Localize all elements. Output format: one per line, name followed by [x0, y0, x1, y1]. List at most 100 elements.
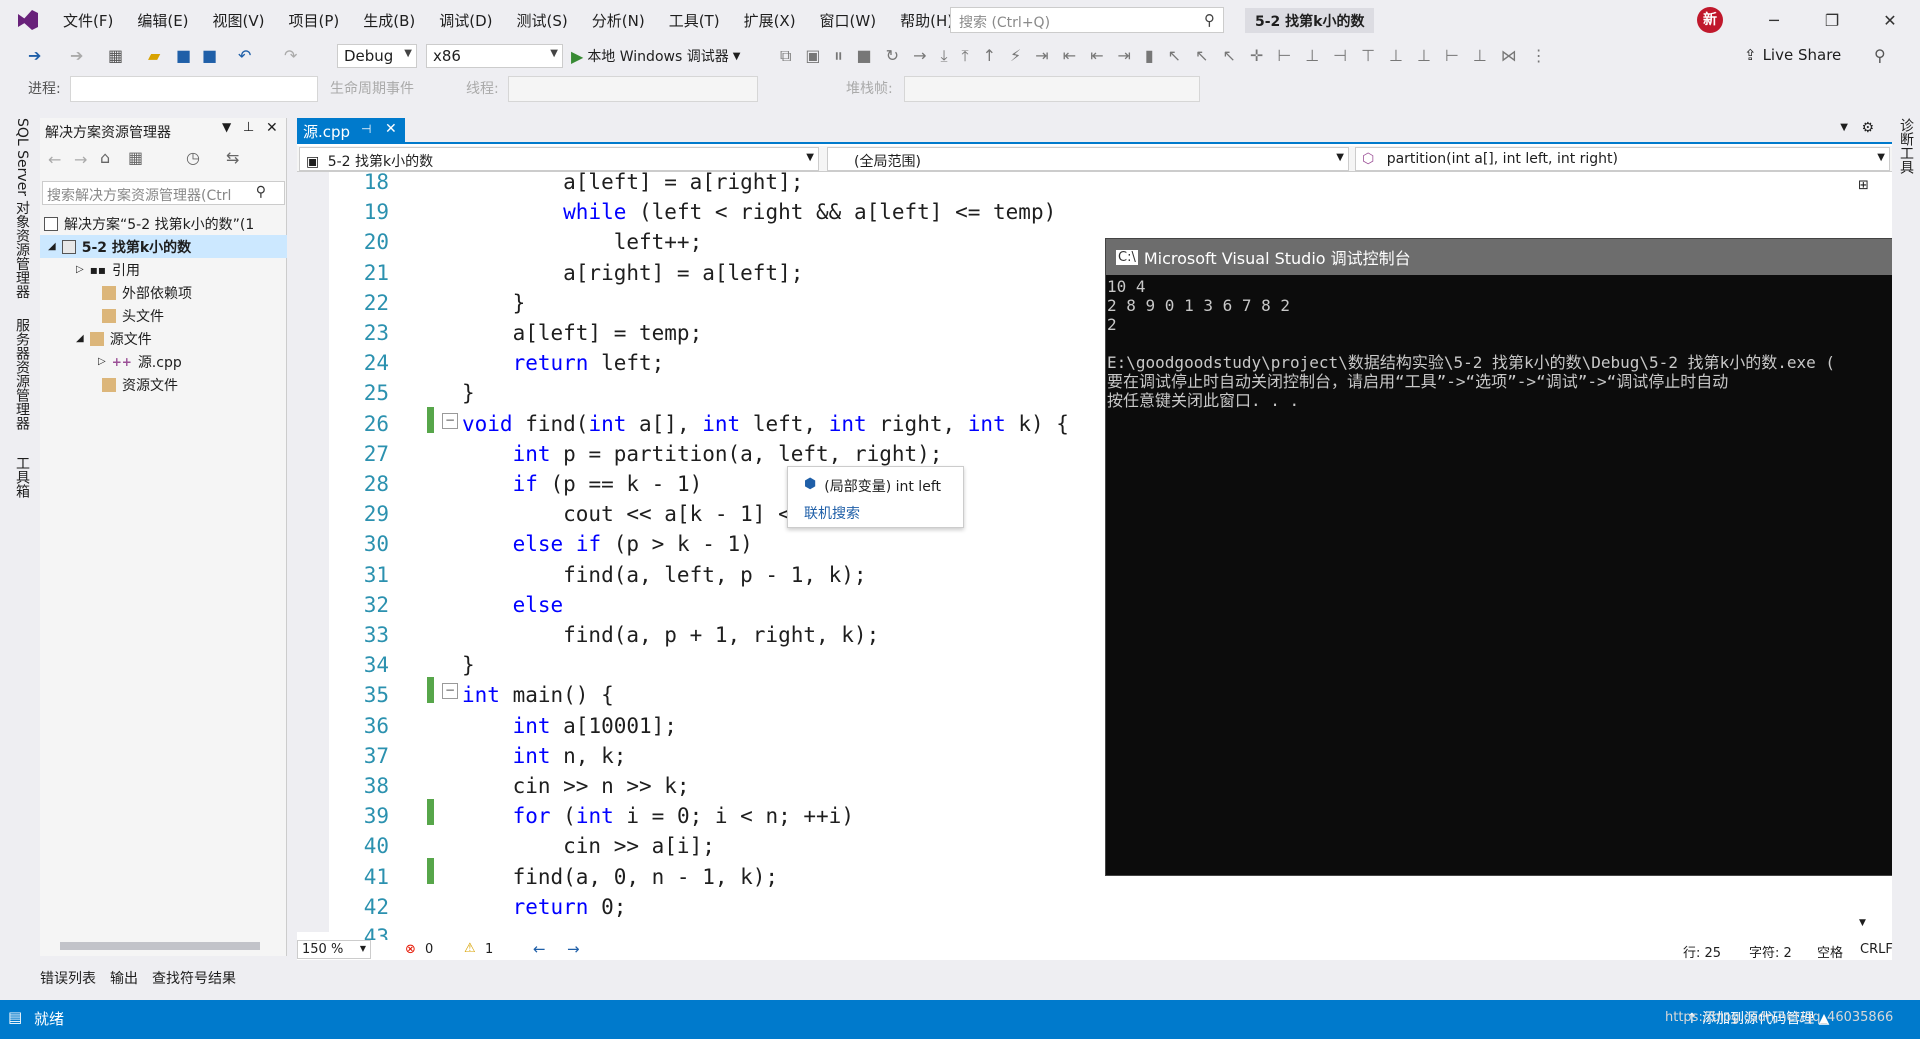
code-line[interactable]: a[right] = a[left]; [462, 258, 803, 288]
menu-extensions[interactable]: 扩展(X) [733, 6, 807, 35]
menu-window[interactable]: 窗口(W) [809, 6, 888, 35]
close-icon[interactable]: ✕ [385, 121, 397, 137]
tree-item-external-deps[interactable]: 外部依赖项 [102, 281, 192, 304]
live-share-button[interactable]: ⇪ Live Share [1744, 46, 1841, 64]
save-icon[interactable]: ■ [176, 46, 191, 65]
redo-icon[interactable]: ↷ [284, 46, 297, 65]
horizontal-scrollbar[interactable] [60, 942, 260, 950]
stack-frame-select[interactable] [904, 76, 1200, 102]
code-line[interactable]: cout << a[k - 1] << [462, 499, 803, 529]
gear-icon[interactable]: ⚙ [1861, 120, 1874, 136]
code-line[interactable]: while (left < right && a[left] <= temp) [462, 197, 1056, 227]
scope-dropdown[interactable]: (全局范围) ▼ [827, 147, 1349, 171]
collapse-icon[interactable]: − [442, 413, 458, 429]
back-icon[interactable]: ← [533, 940, 546, 958]
tree-item-solution[interactable]: 解决方案“5-2 找第k小的数”(1 [44, 212, 287, 235]
pin-icon[interactable]: ⊣ [361, 122, 371, 136]
tree-item-project[interactable]: ◢ 5-2 找第k小的数 [40, 235, 287, 258]
tree-item-resource-files[interactable]: 资源文件 [102, 373, 178, 396]
code-line[interactable]: cin >> a[i]; [462, 831, 715, 861]
code-line[interactable]: int p = partition(a, left, right); [462, 439, 943, 469]
indent-mode[interactable]: 空格 [1817, 942, 1843, 961]
switch-views-icon[interactable]: ▦ [128, 148, 143, 167]
code-line[interactable]: } [462, 288, 526, 318]
sync-icon[interactable]: ⇆ [226, 148, 239, 167]
pin-icon[interactable]: ⊥ [243, 120, 254, 135]
menu-analyze[interactable]: 分析(N) [581, 6, 656, 35]
menu-debug[interactable]: 调试(D) [428, 6, 503, 35]
code-line[interactable]: left++; [462, 227, 703, 257]
code-line[interactable]: int n, k; [462, 741, 627, 771]
menu-file[interactable]: 文件(F) [52, 6, 124, 35]
tree-item-header-files[interactable]: 头文件 [102, 304, 164, 327]
back-icon[interactable]: ← [48, 150, 61, 169]
tab-server-explorer[interactable]: 服务器资源管理器 [12, 318, 32, 430]
menu-build[interactable]: 生成(B) [352, 6, 426, 35]
save-all-icon[interactable]: ■ [202, 46, 217, 65]
home-icon[interactable]: ⌂ [100, 148, 110, 167]
vertical-scrollbar[interactable]: ⊞ ▼ [1856, 176, 1872, 936]
debug-console-window[interactable]: C:\ Microsoft Visual Studio 调试控制台 10 4 2… [1105, 238, 1920, 876]
code-line[interactable]: int a[10001]; [462, 711, 677, 741]
history-icon[interactable]: ◷ [186, 148, 200, 167]
debug-toolbar-icons[interactable]: ⧉▣⏸■↻→⤓⤒↑⚡⇥⇤⇤⇥▮↖↖↖✛⊢⊥⊣⊤⊥⊥⊢⊥⋈⋮ [780, 46, 1561, 66]
thread-select[interactable] [508, 76, 758, 102]
split-icon[interactable]: ⊞ [1858, 178, 1869, 193]
code-line[interactable]: void find(int a[], int left, int right, … [462, 409, 1069, 439]
close-icon[interactable]: ✕ [266, 120, 278, 136]
feedback-icon[interactable]: ⚲ [1874, 46, 1886, 65]
back-icon[interactable]: ➔ [28, 46, 41, 65]
code-line[interactable]: cin >> n >> k; [462, 771, 690, 801]
warning-icon[interactable]: ⚠ [464, 941, 476, 956]
menu-edit[interactable]: 编辑(E) [126, 6, 199, 35]
line-ending[interactable]: CRLF [1860, 942, 1893, 957]
tree-item-source-files[interactable]: ◢ 源文件 [76, 327, 152, 350]
tab-output[interactable]: 输出 [110, 968, 138, 988]
tab-find-symbol-results[interactable]: 查找符号结果 [152, 968, 236, 988]
code-line[interactable]: find(a, p + 1, right, k); [462, 620, 879, 650]
start-debugger-button[interactable]: ▶ 本地 Windows 调试器 ▼ [571, 44, 740, 68]
forward-icon[interactable]: ➔ [70, 46, 83, 65]
scroll-down-icon[interactable]: ▼ [1859, 918, 1866, 928]
new-project-icon[interactable]: ▦ [108, 46, 123, 65]
quick-search-input[interactable]: 搜索 (Ctrl+Q) ⚲ [950, 7, 1224, 33]
undo-icon[interactable]: ↶ [238, 46, 251, 65]
chevron-down-icon[interactable]: ▼ [1840, 122, 1848, 133]
error-icon[interactable]: ⊗ [405, 942, 416, 957]
process-select[interactable] [70, 76, 318, 102]
tab-toolbox[interactable]: 工具箱 [12, 456, 32, 498]
tab-diagnostic-tools[interactable]: 诊断工具 [1896, 118, 1916, 174]
tab-sql-server-explorer[interactable]: SQL Server 对象资源管理器 [12, 118, 32, 299]
open-folder-icon[interactable]: ▰ [148, 46, 160, 65]
code-line[interactable]: else [462, 590, 564, 620]
avatar[interactable]: 新 [1697, 7, 1723, 33]
chevron-down-icon[interactable]: ▼ [222, 120, 231, 134]
code-line[interactable]: else if (p > k - 1) [462, 529, 753, 559]
config-select[interactable]: Debug ▼ [337, 44, 417, 68]
code-line[interactable]: return left; [462, 348, 665, 378]
restore-button[interactable]: ❐ [1804, 4, 1860, 38]
code-line[interactable]: if (p == k - 1) [462, 469, 703, 499]
zoom-select[interactable]: 150 % ▼ [297, 940, 371, 959]
menu-test[interactable]: 测试(S) [506, 6, 579, 35]
menu-tools[interactable]: 工具(T) [658, 6, 731, 35]
code-line[interactable]: int main() { [462, 680, 614, 710]
tree-item-references[interactable]: ▷ ▪▪ 引用 [76, 258, 140, 281]
code-line[interactable]: a[left] = temp; [462, 318, 703, 348]
code-line[interactable]: } [462, 650, 475, 680]
solution-search-input[interactable]: 搜索解决方案资源管理器(Ctrl ⚲ [42, 181, 285, 205]
code-line[interactable]: find(a, 0, n - 1, k); [462, 862, 779, 892]
minimize-button[interactable]: ─ [1746, 4, 1802, 38]
code-line[interactable]: for (int i = 0; i < n; ++i) [462, 801, 854, 831]
forward-icon[interactable]: → [74, 150, 87, 169]
menu-project[interactable]: 项目(P) [278, 6, 351, 35]
code-line[interactable]: a[left] = a[right]; [462, 167, 803, 197]
code-line[interactable]: find(a, left, p - 1, k); [462, 560, 866, 590]
code-line[interactable]: return 0; [462, 892, 627, 922]
menu-view[interactable]: 视图(V) [202, 6, 276, 35]
close-button[interactable]: ✕ [1862, 4, 1918, 38]
tab-error-list[interactable]: 错误列表 [40, 968, 96, 988]
tab-source-cpp[interactable]: 源.cpp ⊣ ✕ [297, 118, 405, 144]
platform-select[interactable]: x86 ▼ [426, 44, 563, 68]
collapse-icon[interactable]: − [442, 683, 458, 699]
